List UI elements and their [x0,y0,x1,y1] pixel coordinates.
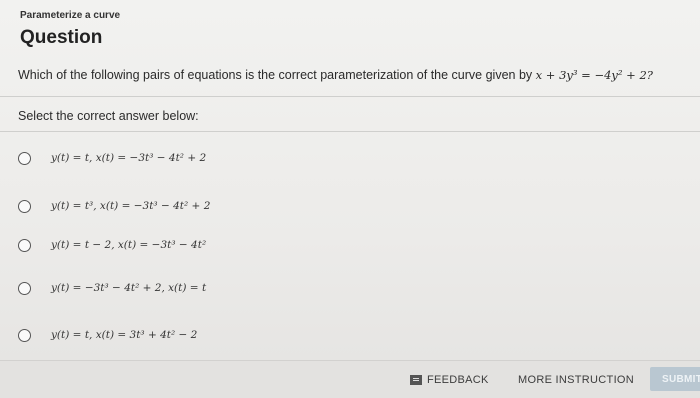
header: Parameterize a curve Question [20,10,120,49]
question-equation: x + 3y³ = −4y² + 2? [535,68,653,82]
submit-button[interactable]: SUBMIT [650,367,700,391]
answer-option-label: y(t) = t, x(t) = −3t³ − 4t² + 2 [51,152,207,164]
more-instruction-button[interactable]: MORE INSTRUCTION [518,374,634,386]
select-prompt: Select the correct answer below: [18,109,199,123]
feedback-button[interactable]: FEEDBACK [410,374,489,386]
radio-circle-icon[interactable] [18,328,31,342]
question-body: Which of the following pairs of equation… [18,68,533,82]
divider [0,96,700,97]
radio-circle-icon[interactable] [18,151,31,165]
flag-icon [410,375,422,385]
answer-option-4[interactable]: y(t) = −3t³ − 4t² + 2, x(t) = t [18,270,678,306]
question-text: Which of the following pairs of equation… [18,68,698,82]
radio-circle-icon[interactable] [18,199,31,213]
answer-option-label: y(t) = t − 2, x(t) = −3t³ − 4t² [51,239,207,251]
radio-circle-icon[interactable] [18,281,31,295]
answer-option-label: y(t) = t, x(t) = 3t³ + 4t² − 2 [51,329,198,341]
answer-option-label: y(t) = −3t³ − 4t² + 2, x(t) = t [51,282,207,294]
question-page: Parameterize a curve Question Which of t… [0,0,700,398]
answer-option-5[interactable]: y(t) = t, x(t) = 3t³ + 4t² − 2 [18,317,678,353]
footer-bar: FEEDBACK MORE INSTRUCTION SUBMIT [0,360,700,398]
answer-option-3[interactable]: y(t) = t − 2, x(t) = −3t³ − 4t² [18,227,678,263]
answer-option-label: y(t) = t³, x(t) = −3t³ − 4t² + 2 [51,200,211,212]
page-title: Question [20,27,103,48]
answer-option-1[interactable]: y(t) = t, x(t) = −3t³ − 4t² + 2 [18,140,678,176]
topic-label: Parameterize a curve [20,10,121,21]
answer-option-2[interactable]: y(t) = t³, x(t) = −3t³ − 4t² + 2 [18,188,678,224]
divider [0,131,700,132]
feedback-label: FEEDBACK [427,374,489,386]
radio-circle-icon[interactable] [18,238,31,252]
